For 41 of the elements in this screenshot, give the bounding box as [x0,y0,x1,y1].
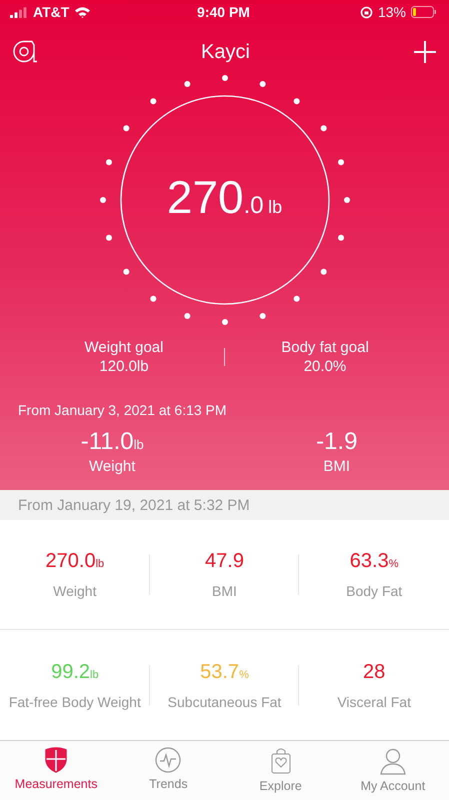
bag-heart-icon [270,747,292,775]
metric-value: 47.9 [205,550,244,573]
comparison-date: From January 3, 2021 at 6:13 PM [17,402,228,418]
tab-button[interactable]: Trends [112,741,224,800]
signal-icon [10,6,28,18]
battery-icon [410,6,437,18]
pulse-icon [155,747,182,773]
metric-label: Body Fat [346,583,402,599]
metric-label: Weight [53,583,96,599]
user-name-title: Kayci [201,40,250,64]
goal-label: Weight goal [84,338,164,357]
tape-measure-icon[interactable] [12,40,38,64]
change-label: Weight [89,458,136,475]
tab-button[interactable]: Explore [224,741,337,800]
change-value: -1.9 [316,428,358,456]
metric-label: Fat-free Body Weight [8,694,141,710]
metric-label: BMI [212,583,237,599]
metric-value: 28 [363,660,386,684]
change-label: BMI [323,458,350,475]
metric-label: Visceral Fat [337,694,411,710]
goal-value: 20.0% [304,357,346,376]
shield-icon [44,747,68,773]
tab-button[interactable]: My Account [336,741,449,800]
person-icon [378,747,407,775]
measurement-date: From January 19, 2021 at 5:32 PM [18,496,250,514]
metric-value: 270.0lb [46,550,104,573]
metric-value: 99.2lb [51,660,99,684]
clock-time: 9:40 PM [197,4,250,20]
carrier-name: AT&T [33,4,70,20]
weight-reading: 270.0 lb [166,170,284,224]
change-value: -11.0lb [80,428,144,456]
add-icon[interactable] [413,40,437,64]
wifi-icon [74,6,92,18]
metric-value: 53.7% [200,660,249,684]
metric-value: 63.3% [350,550,399,573]
goal-label: Body fat goal [281,338,369,357]
metric-label: Subcutaneous Fat [168,694,282,710]
rotation-lock-icon [360,6,373,18]
goal-value: 120.0lb [99,357,149,376]
tab-button[interactable]: Measurements [0,741,112,800]
battery-percent: 13% [378,4,406,20]
